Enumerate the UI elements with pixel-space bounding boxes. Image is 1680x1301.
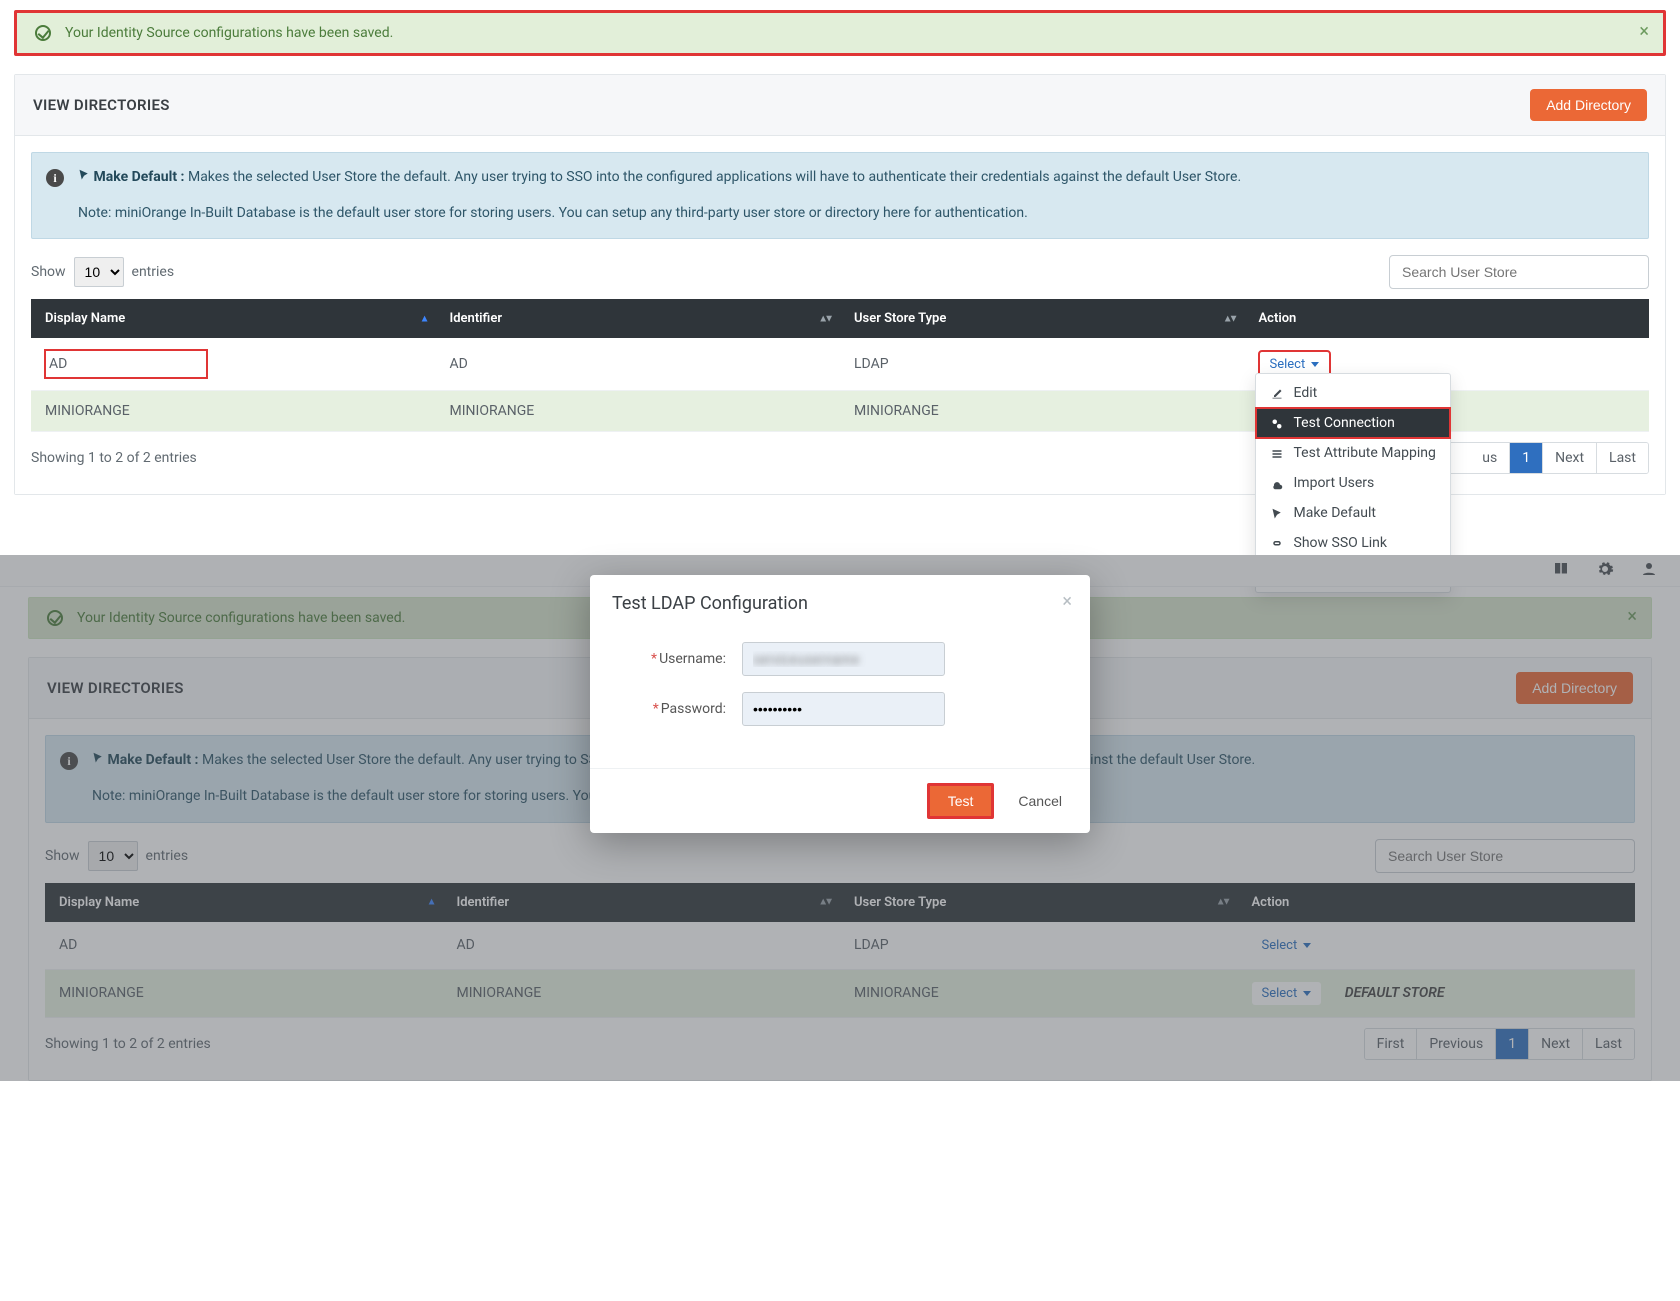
- username-field[interactable]: [742, 642, 945, 676]
- entries-label: entries: [132, 264, 175, 280]
- pager-last[interactable]: Last: [1596, 443, 1648, 473]
- directories-panel: VIEW DIRECTORIES Add Directory i Make De…: [14, 74, 1666, 495]
- info-note: Note: miniOrange In-Built Database is th…: [78, 203, 1630, 225]
- form-row-username: *Username:: [612, 642, 1068, 676]
- dropdown-edit[interactable]: Edit: [1256, 378, 1450, 408]
- gears-icon: [1270, 415, 1284, 431]
- edit-icon: [1270, 385, 1284, 401]
- caret-down-icon: [1311, 362, 1319, 367]
- pager: First us 1 Next Last: [1418, 442, 1649, 474]
- cloud-upload-icon: [1270, 475, 1284, 491]
- table-wrap: Display Name▲ Identifier▲▼ User Store Ty…: [31, 299, 1649, 432]
- showing-text: Showing 1 to 2 of 2 entries: [31, 450, 197, 466]
- col-display-name[interactable]: Display Name▲: [31, 299, 436, 338]
- pager-prev-partial[interactable]: us: [1470, 443, 1509, 473]
- cancel-button[interactable]: Cancel: [1012, 792, 1068, 810]
- col-user-store-type[interactable]: User Store Type▲▼: [840, 299, 1245, 338]
- bottom-section: Your Identity Source configurations have…: [0, 555, 1680, 1080]
- dropdown-show-sso-link[interactable]: Show SSO Link: [1256, 528, 1450, 558]
- panel-title: VIEW DIRECTORIES: [33, 96, 170, 114]
- check-circle-icon: [35, 25, 51, 41]
- cell-user-store-type: LDAP: [840, 338, 1245, 391]
- test-button[interactable]: Test: [927, 783, 995, 819]
- dropdown-import-users[interactable]: Import Users: [1256, 468, 1450, 498]
- link-icon: [1270, 535, 1284, 551]
- cell-display-name: AD: [45, 350, 207, 378]
- col-action: Action: [1245, 299, 1650, 338]
- add-directory-button[interactable]: Add Directory: [1530, 89, 1647, 121]
- test-ldap-modal: Test LDAP Configuration × *Username: *Pa…: [590, 575, 1090, 833]
- alert-message: Your Identity Source configurations have…: [65, 25, 393, 41]
- pager-next[interactable]: Next: [1542, 443, 1596, 473]
- info-line-1: Make Default : Makes the selected User S…: [78, 167, 1630, 189]
- modal-header: Test LDAP Configuration ×: [590, 575, 1090, 632]
- dropdown-test-attribute-mapping[interactable]: Test Attribute Mapping: [1256, 438, 1450, 468]
- password-field[interactable]: [742, 692, 945, 726]
- panel-body: i Make Default : Makes the selected User…: [15, 136, 1665, 494]
- make-default-text: Makes the selected User Store the defaul…: [188, 169, 1241, 185]
- close-icon[interactable]: ×: [1062, 591, 1072, 612]
- cell-identifier: MINIORANGE: [436, 391, 841, 432]
- modal-body: *Username: *Password:: [590, 632, 1090, 768]
- cursor-icon: [78, 169, 93, 185]
- show-label: Show: [31, 264, 66, 280]
- info-box: i Make Default : Makes the selected User…: [31, 152, 1649, 239]
- make-default-label: Make Default :: [93, 169, 184, 185]
- panel-header: VIEW DIRECTORIES Add Directory: [15, 75, 1665, 136]
- col-identifier[interactable]: Identifier▲▼: [436, 299, 841, 338]
- search-box: [1389, 255, 1649, 289]
- cursor-icon: [1270, 505, 1284, 521]
- sliders-icon: [1270, 445, 1284, 461]
- info-icon: i: [46, 169, 64, 187]
- alert-close-icon[interactable]: ×: [1639, 23, 1649, 41]
- page-size-select[interactable]: 10: [74, 257, 124, 287]
- modal-footer: Test Cancel: [590, 768, 1090, 833]
- success-alert: Your Identity Source configurations have…: [14, 10, 1666, 56]
- password-label: *Password:: [612, 701, 742, 717]
- modal-title: Test LDAP Configuration: [612, 593, 808, 614]
- top-section: Your Identity Source configurations have…: [0, 0, 1680, 495]
- cell-identifier: AD: [436, 338, 841, 391]
- pager-page-1[interactable]: 1: [1509, 443, 1542, 473]
- dropdown-make-default[interactable]: Make Default: [1256, 498, 1450, 528]
- search-input[interactable]: [1389, 255, 1649, 289]
- dropdown-test-connection[interactable]: Test Connection: [1256, 408, 1450, 438]
- username-label: *Username:: [612, 651, 742, 667]
- form-row-password: *Password:: [612, 692, 1068, 726]
- cell-user-store-type: MINIORANGE: [840, 391, 1245, 432]
- table-controls: Show 10 entries: [31, 239, 1649, 299]
- show-entries: Show 10 entries: [31, 257, 174, 287]
- cell-display-name: MINIORANGE: [31, 391, 436, 432]
